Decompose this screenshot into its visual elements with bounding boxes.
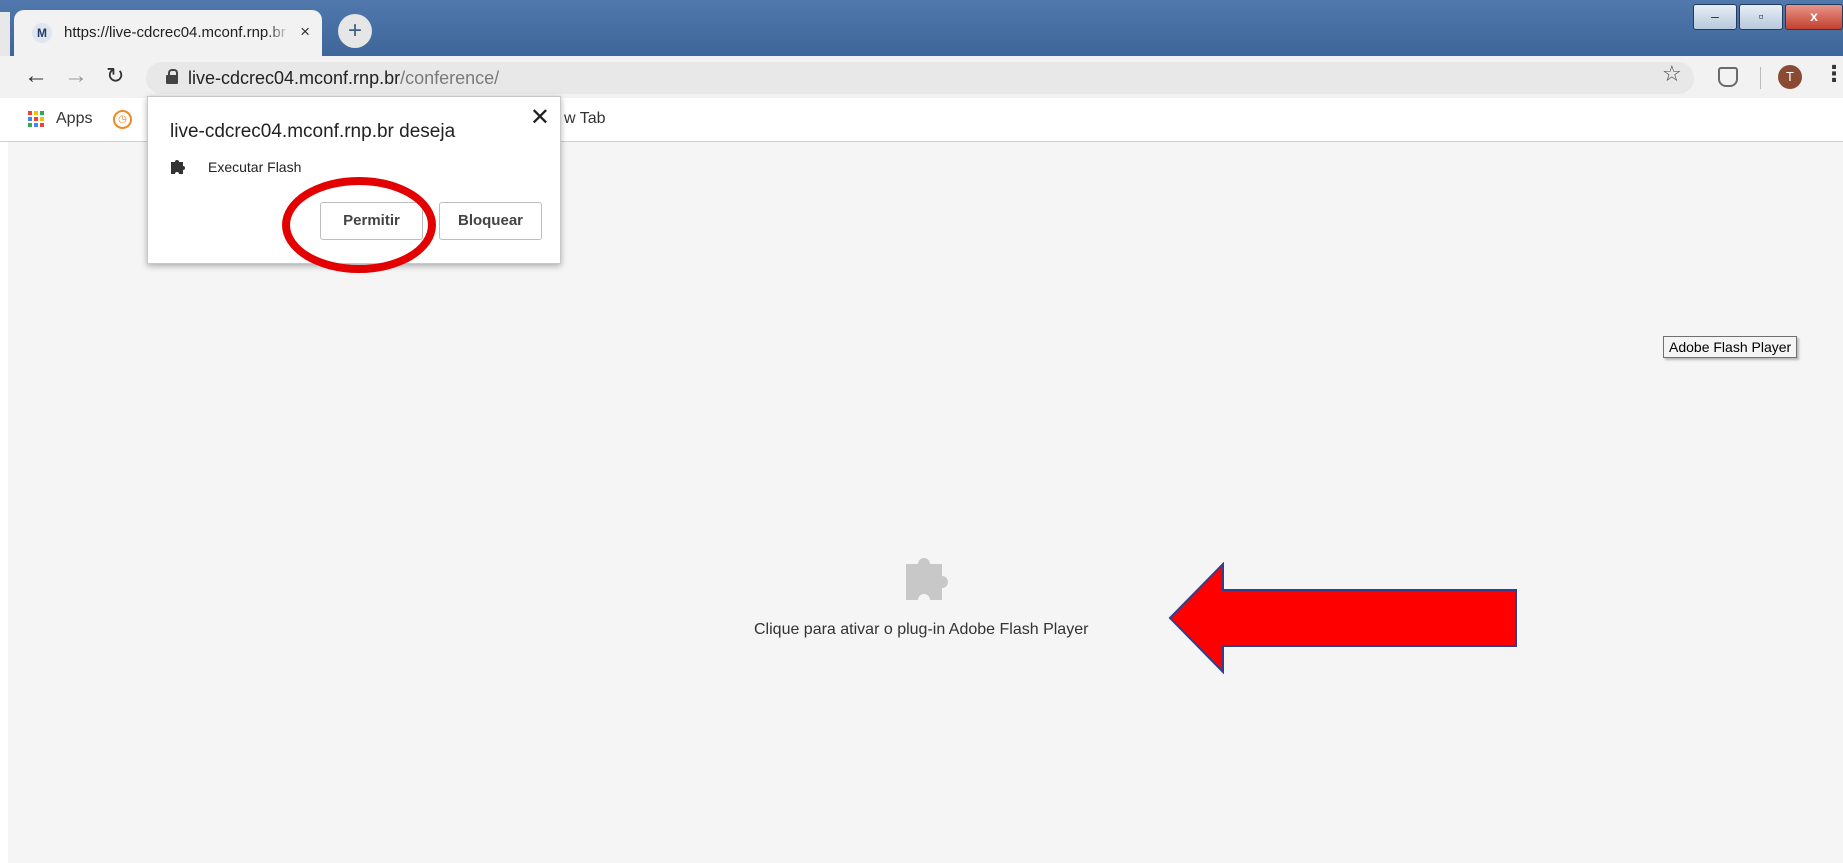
mconf-favicon-icon: M bbox=[32, 23, 52, 43]
profile-avatar[interactable]: T bbox=[1778, 65, 1802, 89]
toolbar-separator bbox=[1760, 67, 1761, 89]
bookmark-star-button[interactable]: ☆ bbox=[1662, 61, 1682, 87]
flash-player-tooltip: Adobe Flash Player bbox=[1663, 336, 1798, 358]
reload-button[interactable]: ↻ bbox=[106, 63, 124, 89]
back-button[interactable]: ← bbox=[24, 62, 48, 90]
bookmark-new-tab[interactable]: w Tab bbox=[564, 110, 606, 128]
browser-menu-button[interactable]: ⋮ bbox=[1823, 61, 1843, 87]
window-close-button[interactable]: x bbox=[1785, 4, 1843, 30]
minimize-button[interactable]: – bbox=[1693, 4, 1737, 30]
popup-close-button[interactable]: ✕ bbox=[530, 103, 550, 132]
flash-permission-popup: live-cdcrec04.mconf.rnp.br deseja ✕ Exec… bbox=[147, 96, 561, 264]
puzzle-piece-icon[interactable] bbox=[900, 546, 960, 606]
window-controls: – ▫ x bbox=[1693, 4, 1843, 32]
lock-icon bbox=[166, 69, 178, 84]
apps-grid-icon[interactable] bbox=[28, 111, 45, 128]
popup-title: live-cdcrec04.mconf.rnp.br deseja bbox=[170, 121, 456, 142]
arrow-right-icon: → bbox=[64, 62, 88, 89]
reload-icon: ↻ bbox=[106, 63, 125, 88]
block-button[interactable]: Bloquear bbox=[439, 202, 542, 240]
tab-title: https://live-cdcrec04.mconf.rnp.br bbox=[64, 24, 286, 41]
permission-label: Executar Flash bbox=[208, 159, 302, 175]
url-host: live-cdcrec04.mconf.rnp.br bbox=[188, 68, 401, 88]
url-text[interactable]: live-cdcrec04.mconf.rnp.br/conference/ bbox=[188, 68, 499, 89]
extension-shield-icon[interactable] bbox=[1718, 67, 1738, 87]
allow-button[interactable]: Permitir bbox=[320, 202, 423, 240]
bookmark-favicon-icon[interactable]: ◷ bbox=[113, 110, 132, 129]
url-path: /conference/ bbox=[400, 68, 500, 88]
tab-strip: M https://live-cdcrec04.mconf.rnp.br × +… bbox=[0, 0, 1843, 56]
address-bar[interactable]: live-cdcrec04.mconf.rnp.br/conference/ bbox=[146, 62, 1694, 94]
arrow-left-icon: ← bbox=[24, 62, 48, 89]
browser-tab-active[interactable]: M https://live-cdcrec04.mconf.rnp.br × bbox=[14, 10, 322, 56]
forward-button[interactable]: → bbox=[64, 62, 88, 90]
puzzle-piece-icon bbox=[171, 160, 185, 174]
maximize-button[interactable]: ▫ bbox=[1739, 4, 1783, 30]
star-icon: ☆ bbox=[1662, 61, 1682, 86]
browser-toolbar: ← → ↻ live-cdcrec04.mconf.rnp.br/confere… bbox=[0, 56, 1843, 98]
activate-plugin-message[interactable]: Clique para ativar o plug-in Adobe Flash… bbox=[754, 621, 1088, 639]
bookmark-apps[interactable]: Apps bbox=[56, 110, 92, 128]
tab-close-button[interactable]: × bbox=[300, 22, 310, 42]
tab-strip-edge bbox=[0, 12, 10, 56]
new-tab-button[interactable]: + bbox=[338, 14, 372, 48]
